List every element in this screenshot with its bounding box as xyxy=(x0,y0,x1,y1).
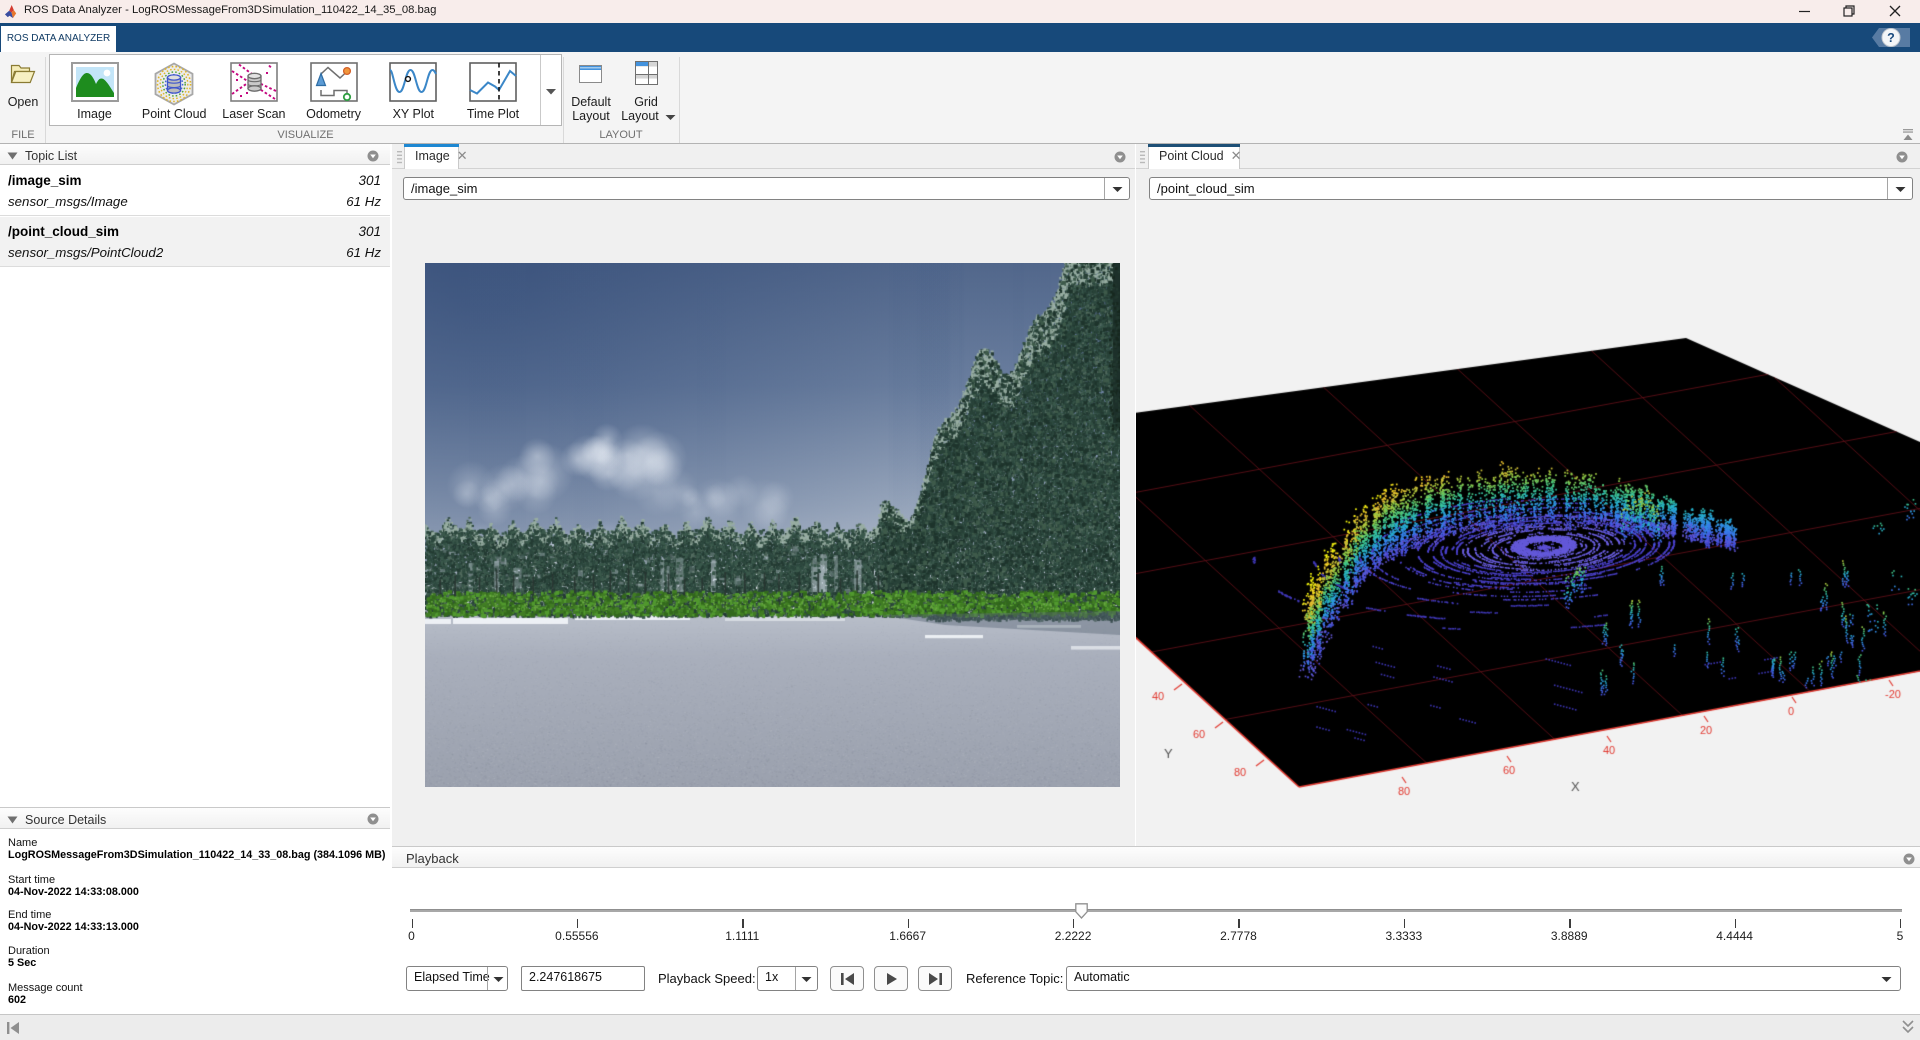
svg-text:?: ? xyxy=(1887,31,1895,45)
